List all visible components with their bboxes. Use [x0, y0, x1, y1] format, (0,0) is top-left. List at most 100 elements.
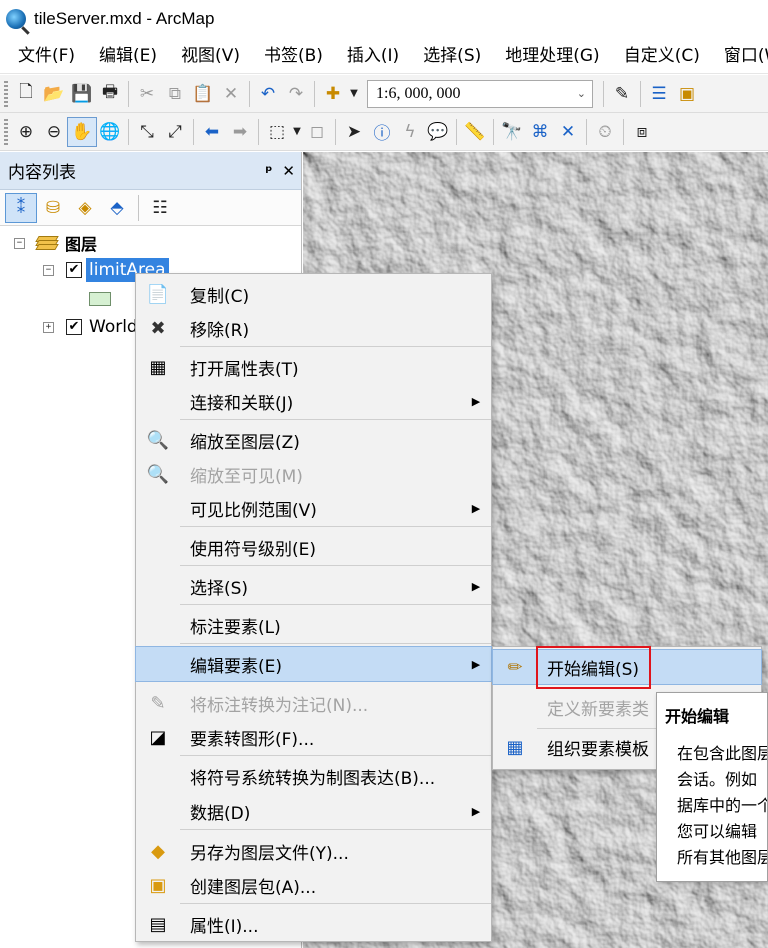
start-editing-callout — [536, 646, 651, 689]
catalog-window-icon[interactable]: ▣ — [673, 80, 701, 108]
measure-ruler-icon[interactable]: 📏 — [461, 118, 489, 146]
menu-insert[interactable]: 插入(I) — [335, 38, 411, 74]
toc-window-icon[interactable]: ☰ — [645, 80, 673, 108]
context-menu-item[interactable]: 选择(S) ▶ — [136, 569, 491, 603]
menu-customize[interactable]: 自定义(C) — [612, 38, 712, 74]
context-menu-item: 🔍 缩放至可见(M) — [136, 457, 491, 491]
submenu-arrow-icon: ▶ — [471, 657, 481, 671]
context-menu-item[interactable]: 编辑要素(E) ▶ — [135, 646, 492, 682]
menu-edit[interactable]: 编辑(E) — [87, 38, 169, 74]
menu-selection[interactable]: 选择(S) — [411, 38, 493, 74]
toc-title: 内容列表 — [8, 163, 76, 183]
list-by-drawing-order-icon[interactable]: ⁑ — [5, 192, 37, 223]
submenu-arrow-icon: ▶ — [471, 804, 481, 818]
context-menu-item[interactable]: 连接和关联(J) ▶ — [136, 384, 491, 418]
list-by-visibility-icon[interactable]: ◈ — [70, 194, 100, 222]
add-data-dropdown-icon[interactable]: ▼ — [347, 80, 361, 108]
menu-geoprocessing[interactable]: 地理处理(G) — [493, 38, 611, 74]
options-icon[interactable]: ☷ — [145, 194, 175, 222]
arcmap-globe-icon — [6, 9, 26, 29]
list-by-selection-icon[interactable]: ⬘ — [102, 194, 132, 222]
layer-file-icon: ◆ — [151, 840, 165, 862]
menu-bookmarks[interactable]: 书签(B) — [252, 38, 335, 74]
convert-labels-icon: ✎ — [150, 692, 166, 714]
map-scale-combo[interactable]: 1:6, 000, 000 ⌄ — [367, 79, 593, 108]
context-menu-item[interactable]: ◪ 要素转图形(F)... — [136, 720, 491, 754]
pin-icon[interactable]: ᵖ — [265, 162, 272, 180]
context-menu-item[interactable]: ▦ 打开属性表(T) — [136, 350, 491, 384]
toolbar-separator — [603, 80, 604, 107]
find-binoculars-icon[interactable]: 🔭 — [498, 118, 526, 146]
toolbar-separator — [128, 80, 129, 107]
expand-icon[interactable]: + — [43, 321, 54, 333]
context-menu-item[interactable]: 将符号系统转换为制图表达(B)... — [136, 759, 491, 793]
standard-toolbar: 🗋 📂 💾 🖶 ✂ ⧉ 📋 ✕ ↶ ↷ ✚ ▼ 1:6, 000, 000 ⌄ … — [0, 75, 768, 113]
context-menu-item[interactable]: 📄 复制(C) — [136, 277, 491, 311]
toolbar-grip[interactable] — [4, 80, 8, 107]
context-menu-item[interactable]: ▤ 属性(I)... — [136, 907, 491, 941]
find-route-icon[interactable]: ⌘ — [526, 118, 554, 146]
tree-root-layers[interactable]: − 图层 — [14, 230, 97, 256]
start-editing-tooltip: 开始编辑 在包含此图层 会话。例如 据库中的一个 您可以编辑 所有其他图层 — [656, 692, 768, 882]
fixed-zoom-out-icon[interactable]: ⤢ — [161, 118, 189, 146]
context-menu-item[interactable]: ▣ 创建图层包(A)... — [136, 868, 491, 902]
time-slider-icon[interactable]: ⏲ — [591, 118, 619, 146]
redo-icon[interactable]: ↷ — [282, 80, 310, 108]
menu-separator — [180, 346, 491, 347]
menu-windows[interactable]: 窗口(W) — [712, 38, 768, 74]
tooltip-title: 开始编辑 — [665, 707, 730, 726]
toolbar-separator — [586, 118, 587, 145]
hyperlink-lightning-icon[interactable]: ϟ — [396, 118, 424, 146]
delete-icon[interactable]: ✕ — [217, 80, 245, 108]
save-icon[interactable]: 💾 — [68, 80, 96, 108]
context-menu-item[interactable]: 使用符号级别(E) — [136, 530, 491, 564]
layer-visibility-checkbox[interactable]: ✔ — [66, 262, 82, 278]
toolbar-separator — [456, 118, 457, 145]
new-document-icon[interactable]: 🗋 — [12, 80, 40, 108]
copy-icon[interactable]: ⧉ — [161, 80, 189, 108]
collapse-icon[interactable]: − — [14, 237, 25, 249]
context-menu-item[interactable]: 数据(D) ▶ — [136, 794, 491, 828]
select-features-icon[interactable]: ⬚ — [263, 118, 291, 146]
open-folder-icon[interactable]: 📂 — [40, 80, 68, 108]
full-extent-globe-icon[interactable]: 🌐 — [96, 118, 124, 146]
cut-icon[interactable]: ✂ — [133, 80, 161, 108]
select-elements-arrow-icon[interactable]: ➤ — [340, 118, 368, 146]
undo-icon[interactable]: ↶ — [254, 80, 282, 108]
fixed-zoom-in-icon[interactable]: ⤡ — [133, 118, 161, 146]
context-menu-item[interactable]: ◆ 另存为图层文件(Y)... — [136, 834, 491, 868]
close-icon[interactable]: ✕ — [282, 162, 295, 180]
back-extent-icon[interactable]: ⬅ — [198, 118, 226, 146]
list-by-source-icon[interactable]: ⛁ — [38, 194, 68, 222]
identify-icon[interactable]: ⓘ — [368, 118, 396, 146]
paste-icon[interactable]: 📋 — [189, 80, 217, 108]
menu-item-label: 缩放至可见(M) — [190, 466, 303, 487]
layer-name[interactable]: World — [86, 315, 141, 339]
print-icon[interactable]: 🖶 — [96, 80, 124, 108]
toolbar-grip[interactable] — [4, 118, 8, 145]
layer-visibility-checkbox[interactable]: ✔ — [66, 319, 82, 335]
context-menu-item[interactable]: 🔍 缩放至图层(Z) — [136, 423, 491, 457]
context-menu-item[interactable]: 可见比例范围(V) ▶ — [136, 491, 491, 525]
forward-extent-icon[interactable]: ➡ — [226, 118, 254, 146]
menu-view[interactable]: 视图(V) — [169, 38, 252, 74]
select-dropdown-icon[interactable]: ▼ — [291, 118, 303, 146]
go-to-xy-icon[interactable]: ✕ — [554, 118, 582, 146]
zoom-out-icon[interactable]: ⊖ — [40, 118, 68, 146]
context-menu-item[interactable]: ✖ 移除(R) — [136, 311, 491, 345]
clear-selection-icon[interactable]: ◻ — [303, 118, 331, 146]
html-popup-icon[interactable]: 💬 — [424, 118, 452, 146]
magnifier-window-icon[interactable]: ⧈ — [628, 118, 656, 146]
context-menu-item[interactable]: 标注要素(L) — [136, 608, 491, 642]
layer-row-world[interactable]: + ✔ World — [43, 314, 141, 340]
collapse-icon[interactable]: − — [43, 264, 54, 276]
zoom-in-icon[interactable]: ⊕ — [12, 118, 40, 146]
editor-toolbar-icon[interactable]: ✎ — [608, 80, 636, 108]
menu-file[interactable]: 文件(F) — [6, 38, 87, 74]
chevron-down-icon[interactable]: ⌄ — [577, 87, 586, 100]
zoom-layer-icon: 🔍 — [146, 429, 170, 451]
add-data-icon[interactable]: ✚ — [319, 80, 347, 108]
zoom-visible-icon: 🔍 — [146, 463, 170, 485]
polygon-symbol-swatch[interactable] — [89, 292, 111, 306]
pan-hand-icon[interactable]: ✋ — [67, 116, 97, 147]
